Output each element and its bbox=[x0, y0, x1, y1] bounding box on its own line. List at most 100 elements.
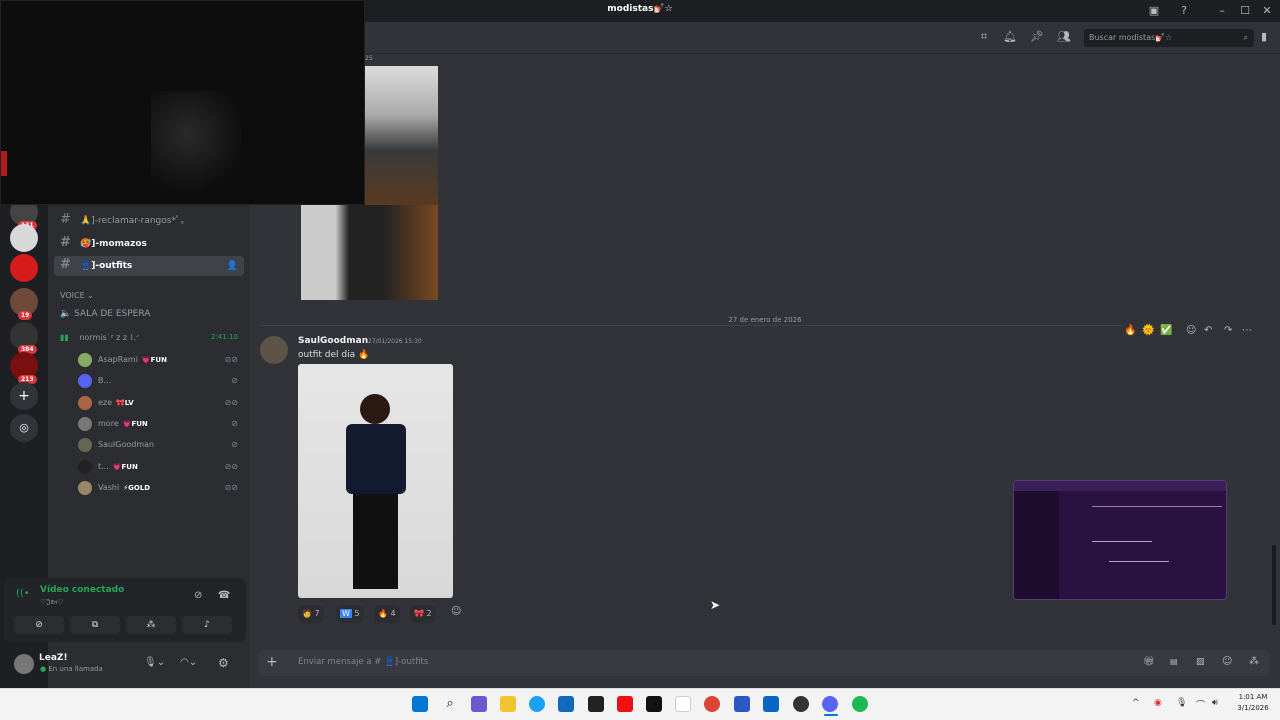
quick-reaction-fire[interactable]: 🔥 bbox=[1124, 325, 1136, 336]
system-clock[interactable]: 1:01 AM 3/1/2026 bbox=[1228, 692, 1278, 714]
tray-overflow-icon[interactable]: ^ bbox=[1132, 698, 1140, 708]
voice-user[interactable]: AsapRami 💗FUN ⊘⊘ bbox=[76, 350, 246, 370]
search-input[interactable]: Buscar modistas💅🏻☆ ⌕ bbox=[1084, 29, 1254, 47]
help-icon[interactable]: ? bbox=[1174, 2, 1194, 20]
roblox-icon[interactable] bbox=[588, 696, 604, 712]
outfit-image-top[interactable] bbox=[365, 66, 438, 206]
add-server-icon[interactable]: + bbox=[10, 382, 38, 410]
channel-reclamar-rangos[interactable]: # 🙏]-reclamar-rangos*ﾟ｡ bbox=[54, 211, 244, 231]
amazon-icon[interactable] bbox=[675, 696, 691, 712]
voice-user[interactable]: SaulGoodman ⊘ bbox=[76, 435, 246, 455]
taskbar bbox=[0, 688, 1280, 720]
channel-momazos[interactable]: # 🥵]-momazos bbox=[54, 234, 244, 254]
reply-icon[interactable]: ↶ bbox=[1204, 325, 1212, 336]
notifications-icon[interactable]: 🔔︎ bbox=[1002, 30, 1018, 46]
netflix-icon[interactable] bbox=[646, 696, 662, 712]
chrome-icon[interactable] bbox=[704, 696, 720, 712]
noise-suppression-icon[interactable]: ⊘ bbox=[194, 590, 202, 601]
app-icon[interactable] bbox=[793, 696, 809, 712]
stream-preview[interactable] bbox=[1013, 480, 1227, 600]
screen-share-button[interactable]: ⧉ bbox=[70, 616, 120, 634]
sticker-icon[interactable]: ▨ bbox=[1196, 657, 1205, 667]
hash-icon: # bbox=[60, 257, 71, 272]
voice-user[interactable]: more 💗FUN ⊘ bbox=[76, 414, 246, 434]
avatar[interactable] bbox=[14, 654, 34, 674]
invite-icon[interactable]: 👤 bbox=[227, 256, 238, 276]
muted-icon: ⊘ bbox=[231, 376, 238, 385]
server-icon[interactable]: 384 bbox=[10, 322, 38, 354]
settings-icon[interactable]: ⚙ bbox=[218, 656, 229, 670]
tray-app-icon[interactable]: ◉ bbox=[1154, 698, 1162, 708]
search-icon[interactable]: ⌕ bbox=[442, 696, 458, 712]
stream-preview-toolbar bbox=[1014, 481, 1226, 491]
server-icon[interactable] bbox=[10, 254, 38, 282]
reaction-pill[interactable]: 🎀 2 bbox=[410, 605, 436, 623]
camera-off-button[interactable]: ⊘ bbox=[14, 616, 64, 634]
stream-preview-line bbox=[1092, 541, 1152, 542]
waiting-room-channel[interactable]: 🔈 SALA DE ESPERA bbox=[60, 309, 150, 319]
youtube-icon[interactable] bbox=[617, 696, 633, 712]
outfit-image[interactable] bbox=[301, 205, 438, 300]
reaction-pill[interactable]: W 5 bbox=[336, 605, 364, 623]
server-icon[interactable] bbox=[10, 224, 38, 252]
voice-channel[interactable]: ▮▮ normis˙ᶻ z 𝗓 ⌇.ᐟ 2:41:10 bbox=[60, 333, 240, 342]
roblox-studio-icon[interactable] bbox=[734, 696, 750, 712]
file-explorer-icon[interactable] bbox=[500, 696, 516, 712]
pin-icon[interactable]: 📌︎ bbox=[1029, 30, 1045, 46]
explore-icon[interactable]: ◎ bbox=[10, 414, 38, 442]
server-icon[interactable]: 213 bbox=[10, 352, 38, 384]
inbox-bookmark-icon[interactable]: ▮ bbox=[1256, 30, 1272, 46]
windows-start-icon[interactable] bbox=[412, 696, 428, 712]
outfit-photo[interactable] bbox=[298, 364, 453, 598]
upload-icon[interactable]: + bbox=[266, 654, 278, 670]
threads-icon[interactable]: ⌗ bbox=[976, 30, 992, 46]
avatar[interactable] bbox=[260, 336, 288, 364]
message-input[interactable]: Enviar mensaje a # 👖]-outfits bbox=[298, 657, 428, 667]
quick-reaction-check[interactable]: ✅ bbox=[1160, 325, 1172, 336]
activities-button[interactable]: ⁂ bbox=[126, 616, 176, 634]
add-reaction-icon[interactable]: ☺ bbox=[451, 606, 461, 617]
mail-icon[interactable] bbox=[763, 696, 779, 712]
discord-icon[interactable] bbox=[822, 696, 838, 712]
apps-icon[interactable]: ⁂ bbox=[1249, 656, 1259, 667]
voice-user[interactable]: B... ⊘ bbox=[76, 371, 246, 391]
message-author[interactable]: SaulGoodman bbox=[298, 336, 368, 346]
video-stream[interactable] bbox=[0, 0, 365, 205]
disconnect-icon[interactable]: ☎ bbox=[218, 590, 230, 601]
forward-icon[interactable]: ↷ bbox=[1224, 325, 1232, 336]
signal-icon: ((• bbox=[16, 588, 30, 599]
tray-mic-icon[interactable]: 🎙︎ bbox=[1176, 698, 1187, 708]
muted-icon: ⊘⊘ bbox=[224, 462, 238, 471]
gift-icon[interactable]: 🎁︎ bbox=[1143, 657, 1154, 667]
close-button[interactable]: ✕ bbox=[1257, 2, 1277, 20]
voice-user[interactable]: Vashi ⚡GOLD ⊘⊘ bbox=[76, 478, 246, 498]
more-icon[interactable]: ⋯ bbox=[1242, 325, 1252, 336]
maximize-button[interactable]: ☐ bbox=[1235, 2, 1255, 20]
members-icon[interactable]: 👥︎ bbox=[1056, 30, 1072, 46]
inbox-icon[interactable]: ▣ bbox=[1144, 2, 1164, 20]
reaction-pill[interactable]: 🔥 4 bbox=[374, 605, 400, 623]
edge-icon[interactable] bbox=[529, 696, 545, 712]
emoji-icon[interactable]: ☺ bbox=[1222, 656, 1232, 667]
scrollbar[interactable] bbox=[1272, 545, 1276, 625]
reaction-pill[interactable]: 🧑 7 bbox=[298, 605, 324, 623]
volume-icon[interactable]: 🔊︎ bbox=[1212, 698, 1218, 708]
voice-user[interactable]: eze 🎀LV ⊘⊘ bbox=[76, 393, 246, 413]
voice-user[interactable]: t... 💗FUN ⊘⊘ bbox=[76, 457, 246, 477]
quick-reaction-sun[interactable]: 🌞 bbox=[1142, 325, 1154, 336]
server-icon[interactable]: 19 bbox=[10, 288, 38, 320]
add-reaction-icon[interactable]: ☺ bbox=[1186, 325, 1196, 336]
voice-category[interactable]: VOICE ⌄ bbox=[60, 291, 94, 300]
wifi-icon[interactable]: ⌒ bbox=[1196, 698, 1205, 711]
connection-channel[interactable]: ♡𝔍𝔞𝔫♡ bbox=[40, 598, 63, 607]
copilot-icon[interactable] bbox=[471, 696, 487, 712]
channel-outfits[interactable]: # 👖]-outfits 👤 bbox=[54, 256, 244, 276]
headphones-icon[interactable]: ◠⌄ bbox=[180, 657, 197, 668]
search-icon: ⌕ bbox=[1243, 33, 1248, 42]
microphone-icon[interactable]: 🎙︎⌄ bbox=[144, 657, 165, 668]
store-icon[interactable] bbox=[558, 696, 574, 712]
minimize-button[interactable]: – bbox=[1212, 2, 1232, 20]
spotify-icon[interactable] bbox=[852, 696, 868, 712]
soundboard-button[interactable]: ♪ bbox=[182, 616, 232, 634]
gif-icon[interactable]: ▤ bbox=[1170, 657, 1178, 666]
